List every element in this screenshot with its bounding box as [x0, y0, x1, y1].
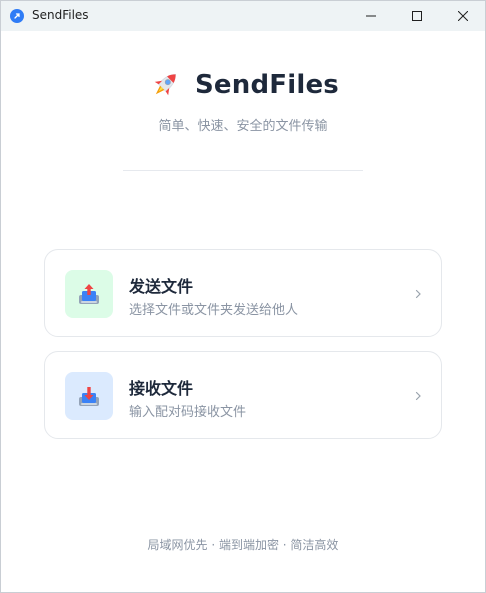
download-tray-icon: [65, 372, 113, 420]
minimize-button[interactable]: [348, 1, 394, 31]
send-files-card[interactable]: 发送文件 选择文件或文件夹发送给他人: [44, 249, 442, 337]
sendfiles-app-icon: [10, 9, 24, 23]
header-divider: [123, 170, 363, 171]
send-files-description: 选择文件或文件夹发送给他人: [129, 303, 299, 318]
maximize-icon: [412, 11, 422, 21]
upload-tray-icon: [65, 270, 113, 318]
app-window: SendFiles SendFiles 简单、快速、安全的文件传输 发送文件 选…: [0, 0, 486, 593]
receive-files-card[interactable]: 接收文件 输入配对码接收文件: [44, 351, 442, 439]
app-brand-title: SendFiles: [195, 70, 339, 100]
maximize-button[interactable]: [394, 1, 440, 31]
receive-files-description: 输入配对码接收文件: [129, 405, 247, 420]
feature-footer: 局域网优先 · 端到端加密 · 简洁高效: [147, 538, 339, 552]
send-files-title: 发送文件: [129, 277, 194, 296]
close-icon: [458, 11, 468, 21]
app-tagline: 简单、快速、安全的文件传输: [158, 119, 328, 134]
minimize-icon: [366, 15, 376, 17]
chevron-right-icon: [415, 289, 421, 299]
receive-files-title: 接收文件: [129, 379, 194, 398]
window-title: SendFiles: [32, 8, 89, 22]
close-button[interactable]: [440, 1, 486, 31]
rocket-icon: [154, 74, 176, 96]
app-header: SendFiles: [1, 67, 485, 103]
title-bar[interactable]: SendFiles: [1, 1, 485, 31]
chevron-right-icon: [415, 391, 421, 401]
